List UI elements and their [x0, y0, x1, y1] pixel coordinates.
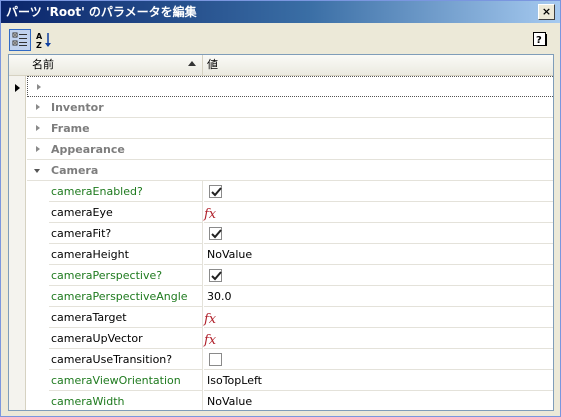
grid-rows: Inventor Frame Appearance Camera cameraE… [27, 76, 553, 410]
checkbox-checked[interactable] [209, 227, 222, 240]
property-value[interactable]: NoValue [204, 244, 553, 265]
alphabetical-sort-icon: A Z [36, 32, 51, 49]
svg-text:Z: Z [36, 41, 42, 49]
sort-ascending-icon [188, 61, 196, 66]
property-name[interactable]: cameraPerspectiveAngle [49, 286, 203, 307]
svg-text:A: A [36, 32, 43, 41]
property-row[interactable]: cameraWidth NoValue [27, 391, 553, 410]
group-row-camera[interactable]: Camera [27, 160, 553, 181]
property-name-label: cameraPerspectiveAngle [51, 290, 188, 303]
group-label: Camera [51, 164, 99, 177]
property-row[interactable]: cameraFit? [27, 223, 553, 244]
camera-properties: cameraEnabled? cameraEye fx cameraFit? camer… [27, 181, 553, 410]
property-row[interactable]: cameraViewOrientation IsoTopLeft [27, 370, 553, 391]
property-row[interactable]: cameraEnabled? [27, 181, 553, 202]
group-row-inventor[interactable]: Inventor [27, 97, 553, 118]
property-name[interactable]: cameraHeight [49, 244, 203, 265]
alphabetical-view-button[interactable]: A Z [33, 29, 55, 51]
group-label: Inventor [51, 101, 104, 114]
checkmark-icon [211, 187, 222, 197]
checkbox-checked[interactable] [209, 185, 222, 198]
grid-header: 名前 値 [9, 55, 553, 76]
property-value[interactable] [204, 181, 553, 202]
property-name[interactable]: cameraEye fx [49, 202, 216, 223]
expand-arrow-icon[interactable] [36, 146, 40, 152]
name-column-header[interactable]: 名前 [29, 55, 203, 75]
property-name[interactable]: cameraFit? [49, 223, 203, 244]
property-row[interactable]: cameraTarget fx [27, 307, 553, 328]
property-row[interactable]: cameraUseTransition? [27, 349, 553, 370]
property-value[interactable] [204, 349, 553, 370]
property-value-text: NoValue [207, 248, 253, 261]
property-name[interactable]: cameraTarget fx [49, 307, 216, 328]
categorized-icon [12, 32, 27, 46]
property-row[interactable]: cameraEye fx [27, 202, 553, 223]
new-row[interactable] [27, 76, 553, 97]
property-row[interactable]: cameraUpVector fx [27, 328, 553, 349]
property-row[interactable]: cameraPerspective? [27, 265, 553, 286]
row-header-column [9, 76, 26, 410]
checkbox-unchecked[interactable] [209, 353, 222, 366]
group-row-appearance[interactable]: Appearance [27, 139, 553, 160]
expand-arrow-icon[interactable] [37, 84, 41, 90]
toolbar: A Z ? [3, 27, 558, 53]
checkbox-checked[interactable] [209, 269, 222, 282]
property-value[interactable] [204, 223, 553, 244]
property-value[interactable] [204, 265, 553, 286]
property-value-text: NoValue [207, 395, 253, 408]
help-icon: ? [533, 32, 547, 46]
property-value[interactable] [204, 202, 553, 223]
window-title: パーツ 'Root' のパラメータを編集 [6, 5, 197, 19]
categorized-view-button[interactable] [9, 29, 31, 51]
checkmark-icon [211, 229, 222, 239]
property-name[interactable]: cameraPerspective? [49, 265, 203, 286]
property-value[interactable] [204, 328, 553, 349]
property-value-text: IsoTopLeft [207, 374, 262, 387]
property-name-label: cameraUpVector [51, 332, 143, 345]
property-name[interactable]: cameraWidth [49, 391, 203, 410]
property-name-label: cameraViewOrientation [51, 374, 181, 387]
expand-arrow-icon[interactable] [36, 125, 40, 131]
value-header-label: 値 [207, 58, 218, 71]
name-header-label: 名前 [32, 58, 54, 71]
property-name-label: cameraWidth [51, 395, 125, 408]
collapse-arrow-icon[interactable] [34, 169, 40, 173]
property-row[interactable]: cameraPerspectiveAngle 30.0 [27, 286, 553, 307]
property-value[interactable]: NoValue [204, 391, 553, 410]
property-name-label: cameraHeight [51, 248, 129, 261]
help-button[interactable]: ? [530, 29, 552, 51]
current-row-arrow-icon [15, 84, 20, 92]
property-name[interactable]: cameraUpVector fx [49, 328, 216, 349]
close-button[interactable]: × [538, 4, 555, 20]
property-name[interactable]: cameraEnabled? [49, 181, 203, 202]
property-row[interactable]: cameraHeight NoValue [27, 244, 553, 265]
property-grid: 名前 値 Inventor Frame Appearance Camera ca… [8, 54, 554, 411]
value-column-header[interactable]: 値 [204, 55, 218, 75]
group-label: Frame [51, 122, 90, 135]
checkmark-icon [211, 271, 222, 281]
property-name-label: cameraFit? [51, 227, 112, 240]
property-name[interactable]: cameraUseTransition? [49, 349, 203, 370]
property-value-text: 30.0 [207, 290, 232, 303]
property-name-label: cameraPerspective? [51, 269, 163, 282]
property-name-label: cameraUseTransition? [51, 353, 173, 366]
property-name-label: cameraTarget [51, 311, 127, 324]
edit-parameters-window: パーツ 'Root' のパラメータを編集 × A Z ? 名前 値 Invent… [0, 0, 561, 417]
property-name-label: cameraEnabled? [51, 185, 143, 198]
expand-arrow-icon[interactable] [36, 104, 40, 110]
property-name-label: cameraEye [51, 206, 113, 219]
property-value[interactable] [204, 307, 553, 328]
title-bar: パーツ 'Root' のパラメータを編集 × [1, 1, 560, 23]
group-label: Appearance [51, 143, 125, 156]
property-name[interactable]: cameraViewOrientation [49, 370, 203, 391]
property-value[interactable]: IsoTopLeft [204, 370, 553, 391]
group-row-frame[interactable]: Frame [27, 118, 553, 139]
svg-text:?: ? [536, 35, 542, 46]
property-value[interactable]: 30.0 [204, 286, 553, 307]
